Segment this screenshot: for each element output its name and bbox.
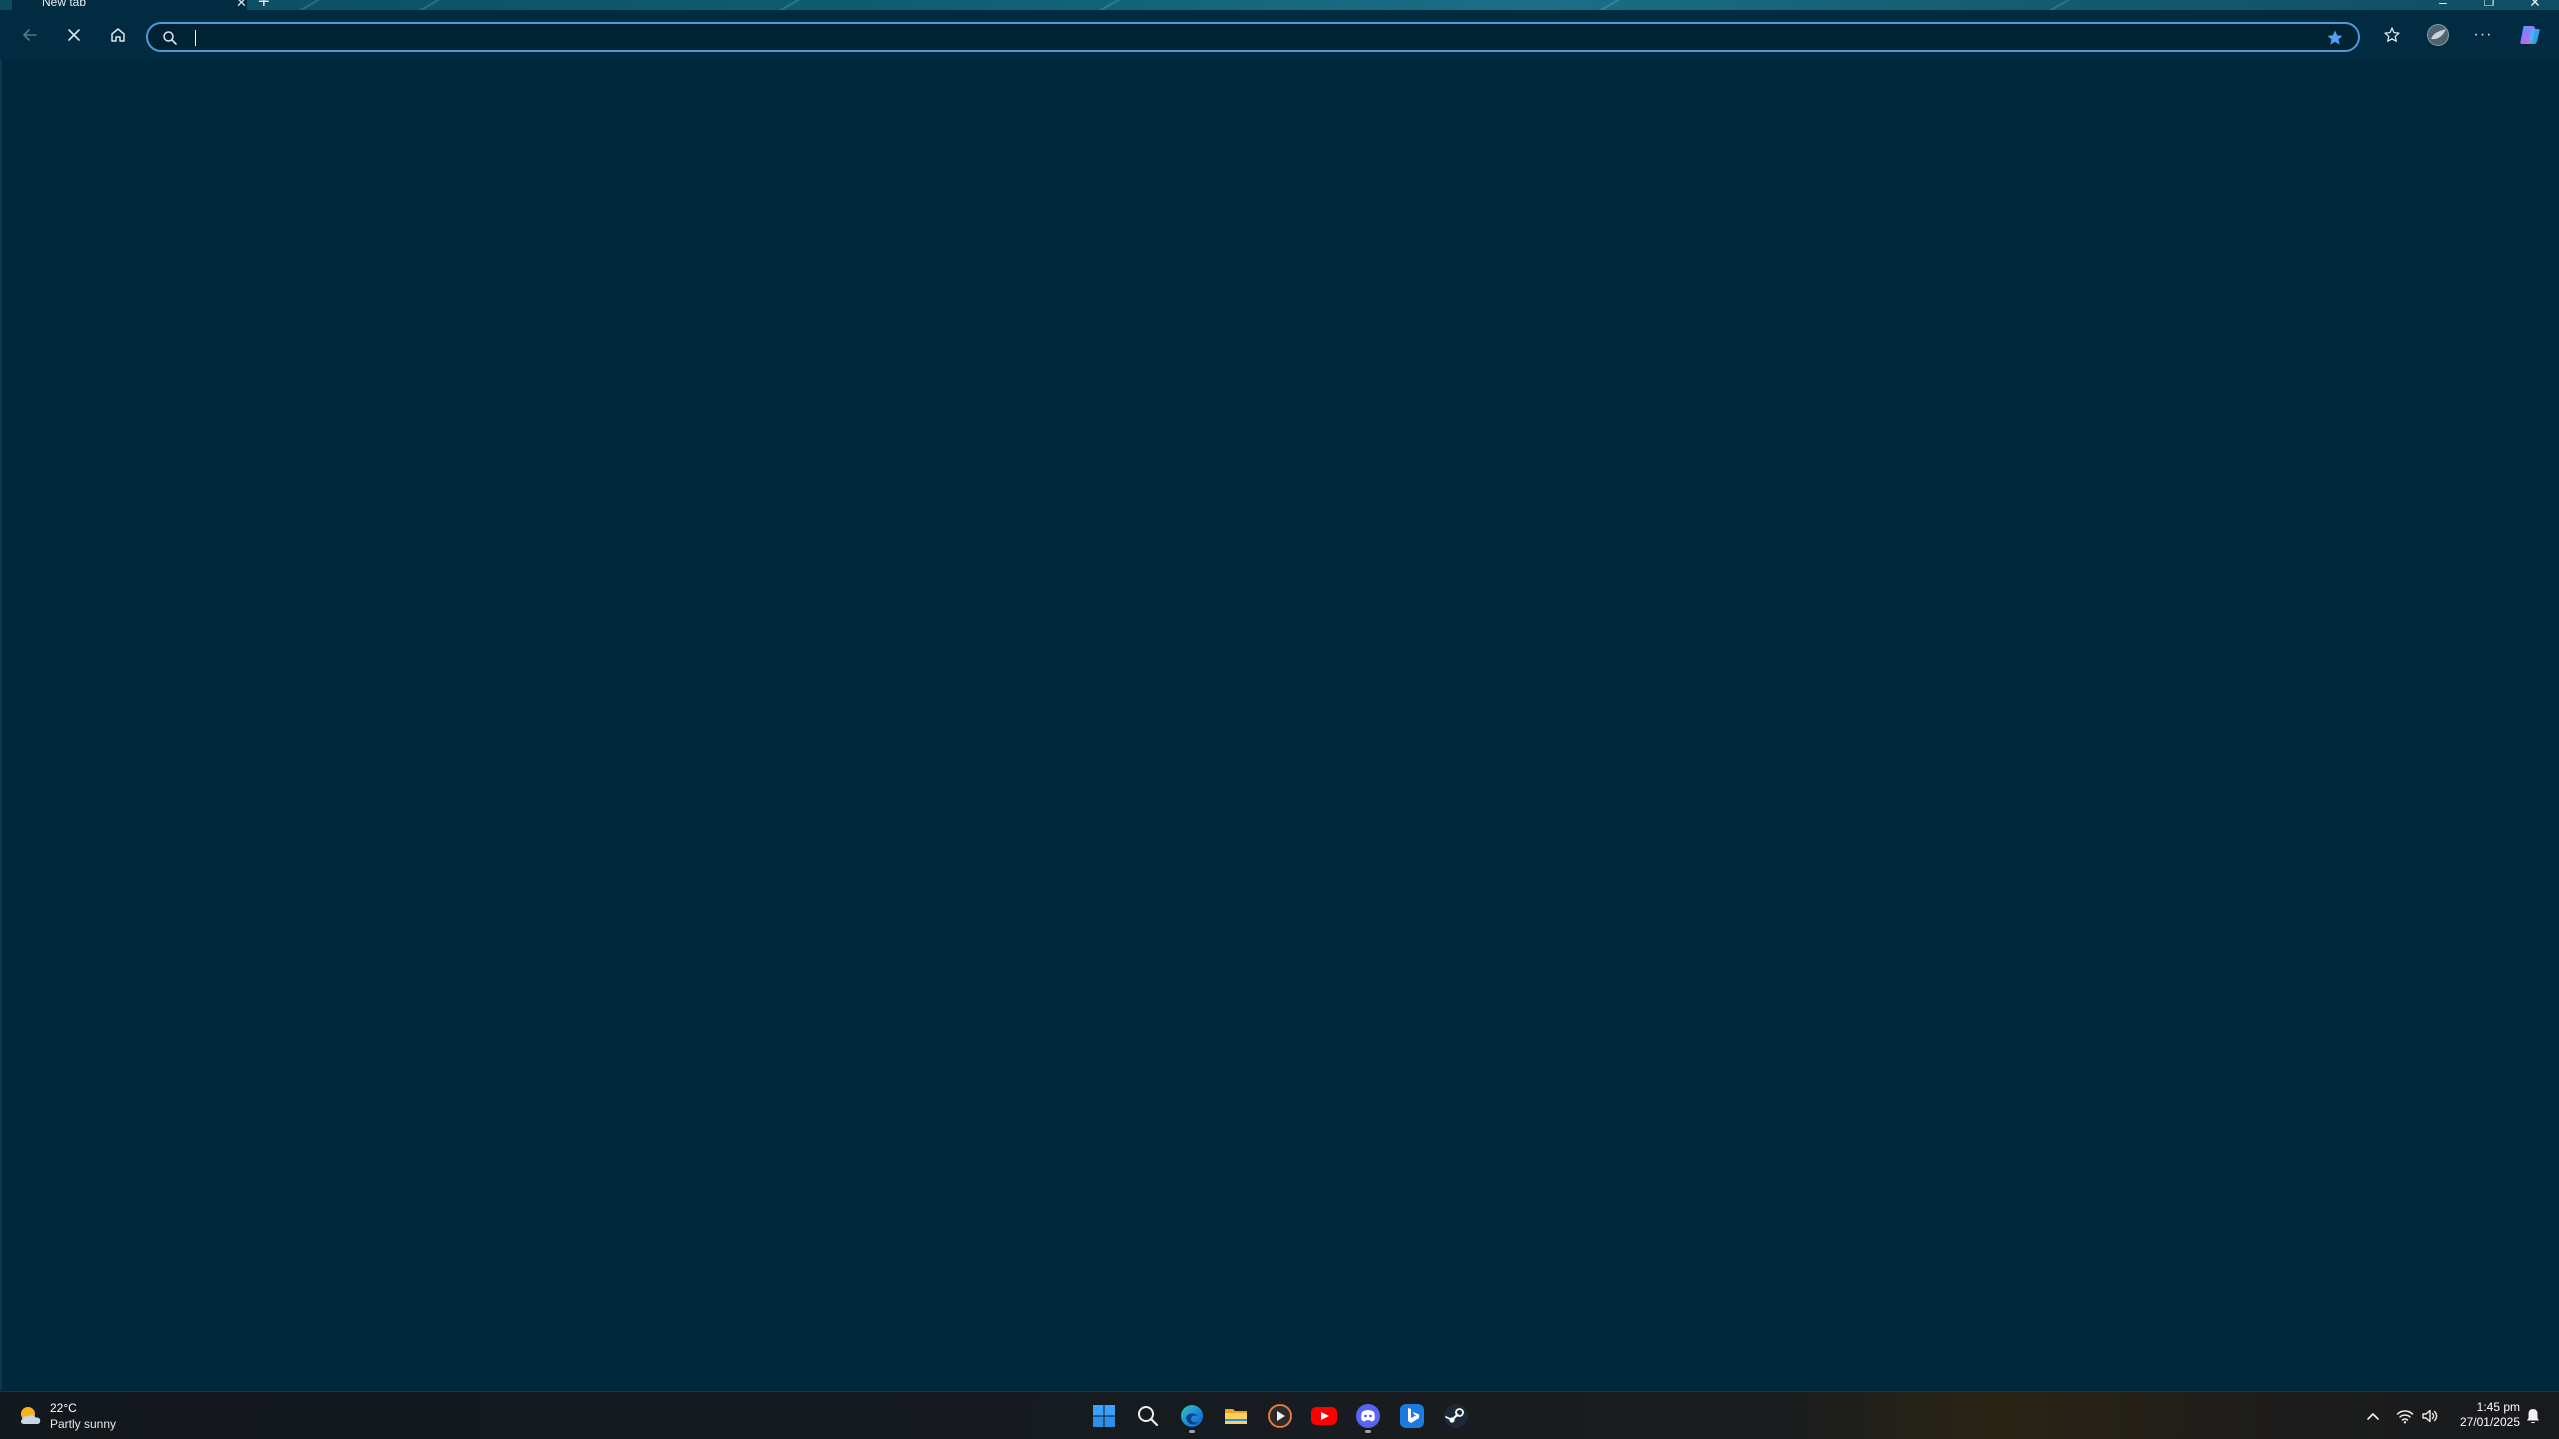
taskbar-steam-button[interactable] [1436,1398,1476,1434]
page-content [0,60,2559,1390]
wallpaper-streak [2024,0,2078,10]
close-icon [68,29,80,41]
media-player-icon [1268,1404,1292,1428]
clock-time: 1:45 pm [2476,1400,2520,1414]
more-options-button[interactable]: ··· [2465,20,2501,50]
wallpaper-streak [394,0,448,10]
stop-loading-button[interactable] [56,20,92,50]
wallpaper-streak [754,0,808,10]
weather-condition: Partly sunny [50,1417,117,1431]
taskbar-file-explorer-button[interactable] [1216,1398,1256,1434]
text-caret [195,30,196,46]
avatar [2427,24,2449,46]
youtube-icon [1311,1407,1337,1425]
taskbar-edge-button[interactable] [1172,1398,1212,1434]
weather-temperature: 22°C [50,1401,77,1415]
profile-button[interactable] [2420,20,2456,50]
back-button[interactable] [12,20,48,50]
edge-icon [1181,1405,1203,1427]
screen: New tab ✕ + – ❐ ✕ [0,0,2559,1439]
clock[interactable]: 1:45 pm 27/01/2025 [2448,1400,2520,1432]
wallpaper-streak [1074,0,1128,10]
taskbar-youtube-button[interactable] [1304,1398,1344,1434]
windows-start-icon [1093,1405,1115,1427]
start-button[interactable] [1084,1398,1124,1434]
taskbar-discord-button[interactable] [1348,1398,1388,1434]
folder-icon [1225,1409,1247,1424]
partly-sunny-icon [20,1407,41,1424]
show-hidden-icons-button[interactable] [2362,1404,2384,1428]
copilot-button[interactable] [2512,20,2548,50]
taskbar-bing-button[interactable] [1392,1398,1432,1434]
network-volume-button[interactable] [2392,1400,2442,1432]
clock-date: 27/01/2025 [2459,1415,2520,1429]
taskbar-media-player-button[interactable] [1260,1398,1300,1434]
star-outline-icon [2384,27,2400,42]
chevron-up-icon [2367,1413,2379,1420]
home-button[interactable] [100,20,136,50]
new-tab-button[interactable]: + [258,0,270,10]
taskbar: 22°C Partly sunny 1:45 pm 27/01/2025 [0,1391,2559,1439]
bing-icon [1400,1404,1424,1428]
tab-title: New tab [42,0,87,9]
wifi-icon [2396,1410,2413,1424]
title-bar: New tab ✕ + – ❐ ✕ [0,0,2559,10]
minimize-button[interactable]: – [2420,0,2466,10]
copilot-icon [2520,26,2540,44]
address-input[interactable] [192,28,2306,48]
favorites-button[interactable] [2374,20,2410,50]
favorite-star-icon[interactable] [2326,29,2344,47]
home-icon [111,28,125,42]
bell-icon [2527,1409,2539,1424]
tab-new-tab[interactable]: New tab ✕ [12,0,247,10]
browser-toolbar: ··· [0,10,2559,60]
notifications-button[interactable] [2522,1404,2544,1428]
discord-icon [1356,1404,1380,1428]
close-window-button[interactable]: ✕ [2512,0,2558,10]
address-bar[interactable] [146,22,2360,52]
search-icon [163,31,177,45]
wallpaper-streak [274,0,328,10]
running-indicator [1365,1430,1371,1433]
wallpaper-streak [1574,0,1628,10]
volume-icon [2421,1409,2437,1423]
search-icon [1138,1406,1159,1427]
weather-widget[interactable]: 22°C Partly sunny [16,1400,176,1432]
taskbar-search-button[interactable] [1128,1398,1168,1434]
running-indicator [1189,1430,1195,1433]
steam-icon [1444,1404,1468,1428]
restore-button[interactable]: ❐ [2466,0,2512,10]
tab-close-icon[interactable]: ✕ [236,0,247,10]
arrow-left-icon [23,29,37,41]
